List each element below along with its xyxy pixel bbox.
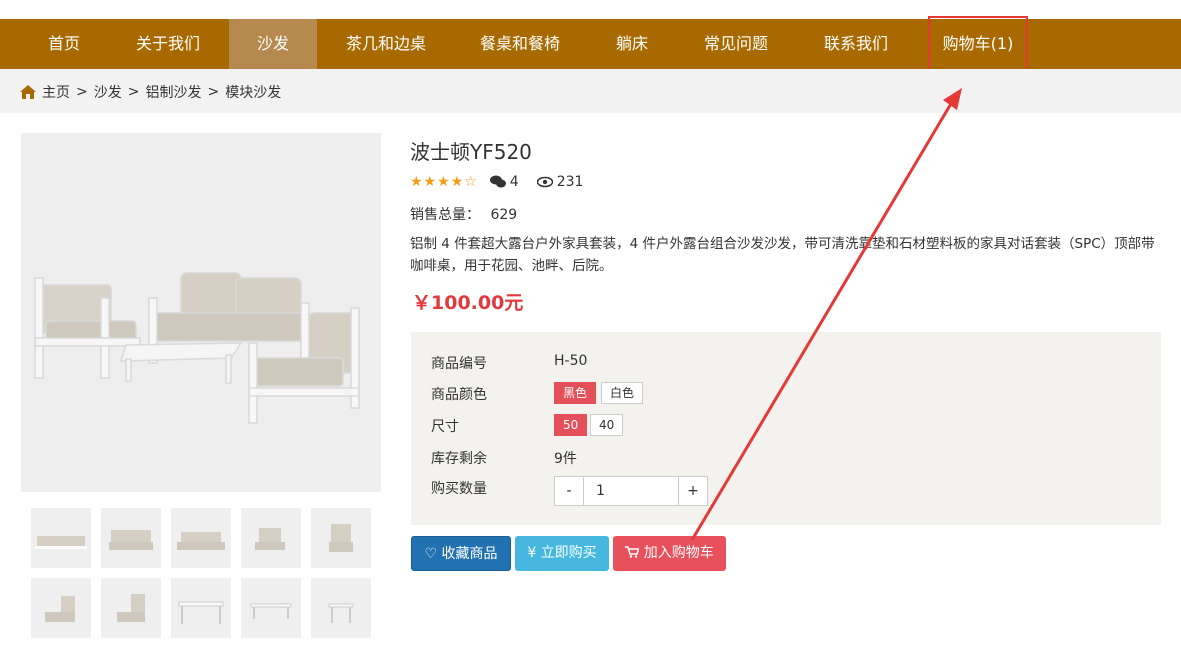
quantity-label: 购买数量 <box>431 481 487 497</box>
cart-icon <box>625 546 640 558</box>
quantity-minus-button[interactable]: - <box>555 477 583 505</box>
sales-label: 销售总量： <box>410 207 480 223</box>
add-to-cart-button[interactable]: 加入购物车 <box>613 536 726 571</box>
spec-panel: 商品编号 H-50 商品颜色 黑色 白色 尺寸 50 40 库存剩余 9件 购买… <box>411 332 1161 525</box>
nav-item-lounger[interactable]: 躺床 <box>604 19 660 69</box>
armchair-icon <box>45 596 75 622</box>
breadcrumb-bar: 主页 > 沙发 > 铝制沙发 > 模块沙发 <box>0 69 1181 113</box>
sales-value: 629 <box>490 207 518 223</box>
armchair-icon <box>329 524 353 552</box>
breadcrumb-sep: > <box>127 84 140 100</box>
thumbnail-9[interactable] <box>241 578 301 638</box>
product-main-image <box>21 133 381 492</box>
quantity-stepper: - 1 + <box>554 476 708 506</box>
nav-item-home[interactable]: 首页 <box>34 19 94 69</box>
product-price: ￥100.00元 <box>412 292 524 314</box>
heart-icon: ♡ <box>424 546 438 562</box>
favorite-button[interactable]: ♡ 收藏商品 <box>411 536 511 571</box>
thumbnail-6[interactable] <box>31 578 91 638</box>
rating-stars: ★★★★☆ <box>410 174 478 190</box>
sofa-icon <box>177 532 225 550</box>
eye-icon <box>536 176 553 188</box>
nav-item-about[interactable]: 关于我们 <box>126 19 210 69</box>
quantity-input[interactable]: 1 <box>583 477 679 505</box>
side-table-icon <box>328 603 354 623</box>
size-option-40[interactable]: 40 <box>590 414 624 436</box>
home-icon <box>20 85 36 99</box>
code-value: H-50 <box>554 353 588 369</box>
size-label: 尺寸 <box>431 419 459 435</box>
nav-item-dining[interactable]: 餐桌和餐椅 <box>468 19 572 69</box>
color-label: 商品颜色 <box>431 387 487 403</box>
size-option-50[interactable]: 50 <box>554 414 588 436</box>
thumbnail-8[interactable] <box>171 578 231 638</box>
add-to-cart-label: 加入购物车 <box>643 545 714 561</box>
product-meta: ★★★★☆ 4 231 <box>410 174 583 190</box>
sofa-set-icon <box>35 536 87 549</box>
stock-label: 库存剩余 <box>431 451 487 467</box>
comments-icon <box>489 175 506 188</box>
views-count: 231 <box>556 174 584 190</box>
yen-icon: ¥ <box>527 545 537 561</box>
nav-item-sofa[interactable]: 沙发 <box>229 19 317 69</box>
nav-item-faq[interactable]: 常见问题 <box>694 19 778 69</box>
code-label: 商品编号 <box>431 356 487 372</box>
thumbnail-10[interactable] <box>311 578 371 638</box>
sofa-set-illustration <box>34 272 360 424</box>
breadcrumb-home[interactable]: 主页 <box>42 82 70 102</box>
armchair-icon <box>255 528 285 550</box>
table-icon <box>178 601 224 624</box>
nav-item-tables[interactable]: 茶几和边桌 <box>334 19 438 69</box>
buy-now-label: 立即购买 <box>540 545 597 561</box>
color-option-white[interactable]: 白色 <box>601 382 644 404</box>
color-option-black[interactable]: 黑色 <box>554 382 597 404</box>
main-nav: 首页 关于我们 沙发 茶几和边桌 餐桌和餐椅 躺床 常见问题 联系我们 购物车(… <box>0 19 1181 69</box>
armchair-icon <box>117 594 145 622</box>
quantity-plus-button[interactable]: + <box>679 477 707 505</box>
sales-total: 销售总量： 629 <box>410 204 517 224</box>
nav-item-contact[interactable]: 联系我们 <box>814 19 898 69</box>
thumbnail-4[interactable] <box>241 508 301 568</box>
thumbnail-3[interactable] <box>171 508 231 568</box>
comments-count: 4 <box>509 174 519 190</box>
thumbnail-5[interactable] <box>311 508 371 568</box>
breadcrumb: 主页 > 沙发 > 铝制沙发 > 模块沙发 <box>20 82 281 102</box>
breadcrumb-sofa[interactable]: 沙发 <box>94 82 122 102</box>
breadcrumb-aluminum-sofa[interactable]: 铝制沙发 <box>145 82 201 102</box>
sofa-icon <box>109 530 153 550</box>
thumbnail-7[interactable] <box>101 578 161 638</box>
table-icon <box>250 603 292 619</box>
favorite-label: 收藏商品 <box>441 546 498 562</box>
breadcrumb-sep: > <box>76 84 88 100</box>
breadcrumb-modular-sofa: 模块沙发 <box>225 85 282 101</box>
thumbnail-1[interactable] <box>31 508 91 568</box>
breadcrumb-sep: > <box>207 84 220 100</box>
stock-value: 9件 <box>554 451 577 467</box>
product-description: 铝制 4 件套超大露台户外家具套装，4 件户外露台组合沙发沙发，带可清洗靠垫和石… <box>410 236 1155 274</box>
thumbnail-2[interactable] <box>101 508 161 568</box>
product-title: 波士顿YF520 <box>410 140 532 164</box>
buy-now-button[interactable]: ¥ 立即购买 <box>515 536 609 571</box>
nav-item-cart[interactable]: 购物车(1) <box>934 19 1022 69</box>
